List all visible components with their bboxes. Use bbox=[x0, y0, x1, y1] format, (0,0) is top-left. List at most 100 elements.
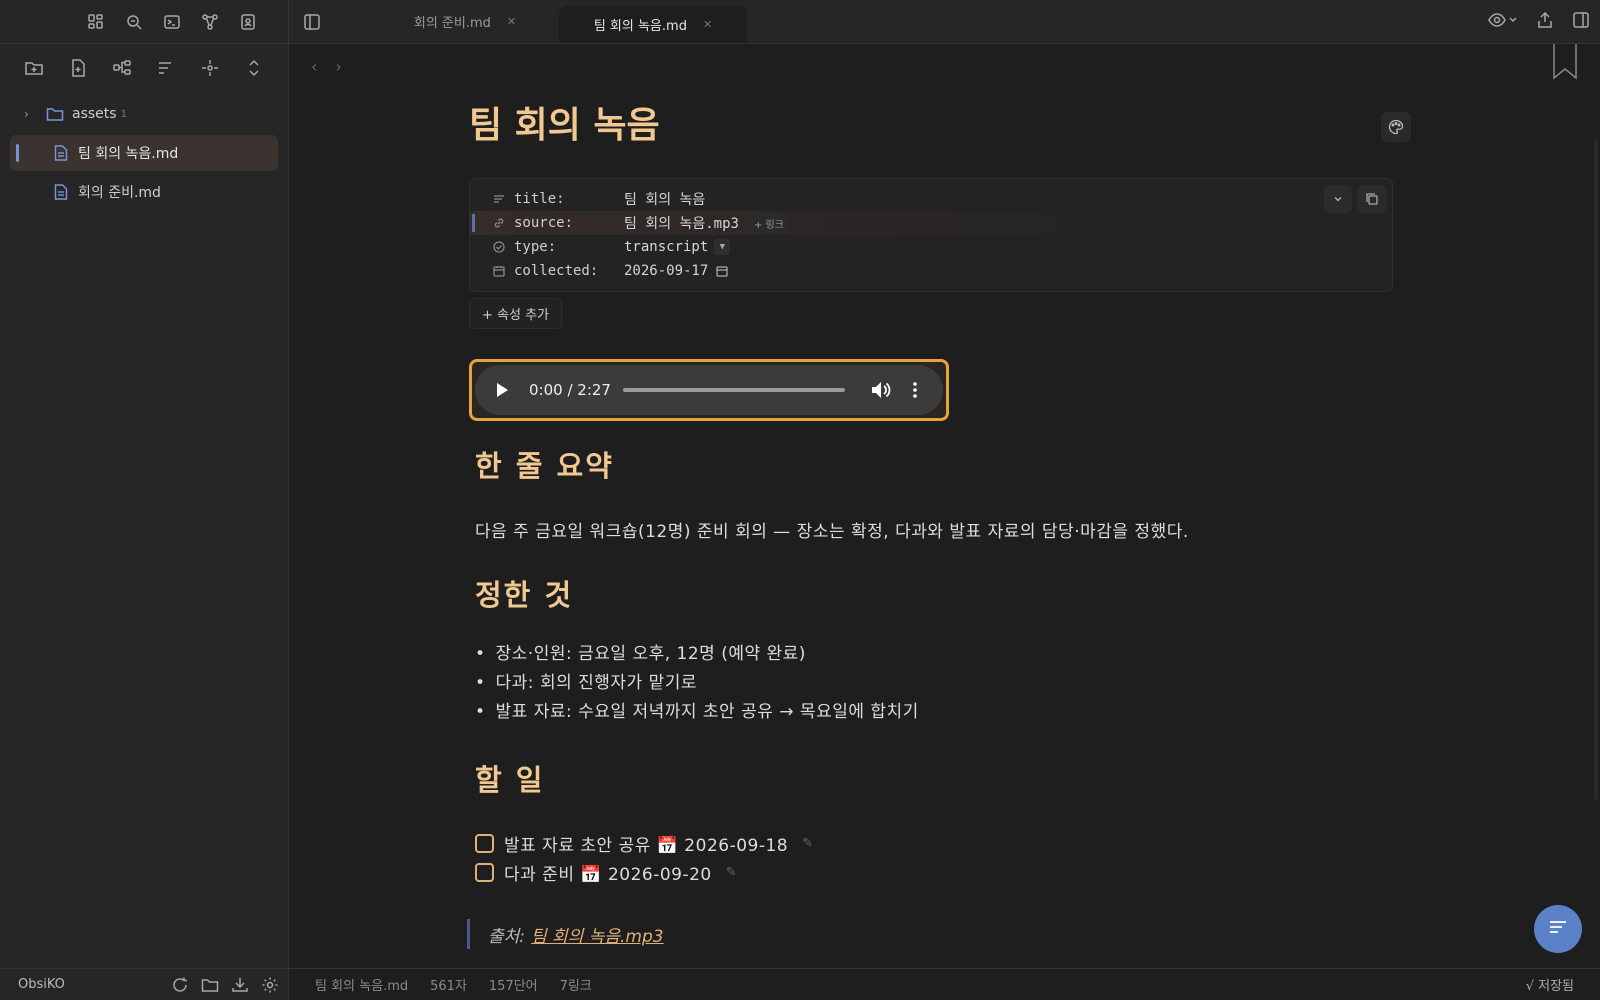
tree-file-label: 회의 준비.md bbox=[78, 185, 161, 201]
property-key: type: bbox=[514, 239, 557, 255]
calendar-icon bbox=[492, 264, 506, 278]
status-filename: 팀 회의 녹음.md bbox=[315, 979, 409, 994]
navigation-row: ‹ › bbox=[289, 44, 1600, 88]
property-row-collected[interactable]: collected: 2026-09-17 bbox=[470, 259, 1392, 283]
palette-icon[interactable] bbox=[1381, 112, 1411, 142]
status-bar: 팀 회의 녹음.md 561자 157단어 7링크 √ 저장됨 bbox=[289, 968, 1600, 1000]
property-value[interactable]: 2026-09-17 bbox=[624, 263, 708, 279]
vault-name[interactable]: ObsiKO bbox=[18, 977, 169, 992]
add-link-badge[interactable]: + 링크 bbox=[748, 213, 789, 233]
more-options-icon[interactable] bbox=[913, 382, 917, 398]
source-blockquote: 출처: 팀 회의 녹음.mp3 bbox=[467, 919, 1399, 949]
right-sidebar-toggle-icon[interactable] bbox=[1572, 11, 1590, 33]
edit-pencil-icon[interactable]: ✎ bbox=[726, 865, 737, 880]
tab-bar: 회의 준비.md ✕ 팀 회의 녹음.md ✕ bbox=[289, 0, 1600, 44]
status-saved: √ 저장됨 bbox=[1525, 979, 1574, 994]
sidebar-toggle-icon[interactable] bbox=[289, 0, 335, 43]
audio-embed: 0:00 / 2:27 bbox=[469, 359, 949, 421]
task-text: 발표 자료 초안 공유 📅 2026-09-18 bbox=[504, 836, 789, 856]
chevron-right-icon[interactable]: › bbox=[24, 107, 38, 121]
bookmark-icon[interactable] bbox=[1552, 44, 1578, 84]
outline-icon bbox=[1548, 919, 1568, 939]
task-text: 다과 준비 📅 2026-09-20 bbox=[504, 865, 712, 885]
summary-text: 다음 주 금요일 워크숍(12명) 준비 회의 — 장소는 확정, 다과와 발표… bbox=[475, 522, 1189, 542]
property-key: source: bbox=[514, 215, 574, 231]
new-folder-icon[interactable] bbox=[22, 56, 46, 80]
sidebar-ribbon bbox=[0, 0, 288, 44]
property-value[interactable]: transcript bbox=[624, 239, 708, 255]
back-arrow-icon[interactable]: ‹ bbox=[311, 57, 317, 76]
tree-folder-assets[interactable]: › assets 1 bbox=[10, 96, 278, 132]
share-icon[interactable] bbox=[1536, 11, 1554, 33]
date-picker-icon[interactable] bbox=[716, 265, 728, 277]
list-item: 장소·인원: 금요일 오후, 12명 (예약 완료) bbox=[475, 640, 1399, 669]
volume-icon[interactable] bbox=[871, 381, 891, 399]
tab-meeting-prep[interactable]: 회의 준비.md ✕ bbox=[371, 0, 559, 43]
property-value[interactable]: 팀 회의 녹음 bbox=[624, 189, 705, 209]
decided-list: 장소·인원: 금요일 오후, 12명 (예약 완료) 다과: 회의 진행자가 맡… bbox=[475, 640, 1399, 727]
left-sidebar: › assets 1 팀 회의 녹음.md 회의 준비.md ObsiKO bbox=[0, 0, 289, 1000]
property-key: title: bbox=[514, 191, 565, 207]
tree-file-meeting-prep[interactable]: 회의 준비.md bbox=[10, 174, 278, 210]
document-icon bbox=[52, 183, 70, 201]
tab-bar-actions bbox=[1488, 0, 1590, 44]
outline-button[interactable] bbox=[1534, 905, 1582, 953]
sync-icon[interactable] bbox=[169, 974, 191, 996]
reading-view-icon[interactable] bbox=[1488, 11, 1518, 33]
graph-icon[interactable] bbox=[198, 10, 222, 34]
document-icon bbox=[52, 144, 70, 162]
document-content: 팀 회의 녹음 title: 팀 회의 녹음 source: 팀 회의 녹음.m… bbox=[467, 90, 1411, 949]
sort-icon[interactable] bbox=[154, 56, 178, 80]
task-list: 발표 자료 초안 공유 📅 2026-09-18 ✎ 다과 준비 📅 2026-… bbox=[475, 829, 1399, 887]
download-icon[interactable] bbox=[229, 974, 251, 996]
tab-label: 회의 준비.md bbox=[413, 16, 491, 31]
heading-decided: 정한 것 bbox=[475, 578, 574, 612]
scrollbar[interactable] bbox=[1594, 140, 1598, 800]
status-link-count: 7링크 bbox=[559, 979, 592, 994]
status-char-count: 561자 bbox=[430, 979, 467, 994]
terminal-icon[interactable] bbox=[160, 10, 184, 34]
heading-todo: 할 일 bbox=[475, 763, 545, 797]
play-icon[interactable] bbox=[495, 382, 515, 398]
reveal-active-icon[interactable] bbox=[198, 56, 222, 80]
folder-icon bbox=[46, 105, 64, 123]
settings-gear-icon[interactable] bbox=[259, 974, 281, 996]
source-link[interactable]: 팀 회의 녹음.mp3 bbox=[531, 922, 664, 947]
property-key: collected: bbox=[514, 263, 599, 279]
audio-time: 0:00 / 2:27 bbox=[529, 381, 611, 399]
page-title[interactable]: 팀 회의 녹음 bbox=[469, 96, 1399, 148]
property-row-title[interactable]: title: 팀 회의 녹음 bbox=[470, 187, 1392, 211]
search-icon[interactable] bbox=[122, 10, 146, 34]
task-checkbox[interactable] bbox=[475, 863, 494, 882]
close-icon[interactable]: ✕ bbox=[507, 15, 516, 28]
property-row-type[interactable]: type: transcript ▼ bbox=[470, 235, 1392, 259]
tree-folder-label: assets bbox=[72, 106, 117, 122]
task-checkbox[interactable] bbox=[475, 834, 494, 853]
close-icon[interactable]: ✕ bbox=[703, 18, 712, 31]
dropdown-caret-icon[interactable]: ▼ bbox=[714, 239, 731, 255]
forward-arrow-icon[interactable]: › bbox=[335, 57, 341, 76]
edit-pencil-icon[interactable]: ✎ bbox=[802, 836, 813, 851]
contact-card-icon[interactable] bbox=[236, 10, 260, 34]
tree-file-label: 팀 회의 녹음.md bbox=[78, 146, 179, 162]
grid-icon[interactable] bbox=[84, 10, 108, 34]
audio-seek-bar[interactable] bbox=[623, 388, 845, 392]
property-value[interactable]: 팀 회의 녹음.mp3 bbox=[624, 213, 739, 233]
add-property-button[interactable]: + 속성 추가 bbox=[469, 298, 562, 329]
property-row-source[interactable]: source: 팀 회의 녹음.mp3 + 링크 bbox=[470, 211, 1392, 235]
expand-collapse-icon[interactable] bbox=[242, 56, 266, 80]
folder-count: 1 bbox=[120, 108, 127, 120]
circle-check-icon bbox=[492, 240, 506, 254]
text-lines-icon bbox=[492, 192, 506, 206]
file-tree: › assets 1 팀 회의 녹음.md 회의 준비.md bbox=[0, 92, 288, 217]
tree-file-team-meeting[interactable]: 팀 회의 녹음.md bbox=[10, 135, 278, 171]
quote-prefix: 출처: bbox=[488, 926, 526, 947]
new-note-icon[interactable] bbox=[66, 56, 90, 80]
task-item: 발표 자료 초안 공유 📅 2026-09-18 ✎ bbox=[475, 829, 1399, 858]
list-item: 발표 자료: 수요일 저녁까지 초안 공유 → 목요일에 합치기 bbox=[475, 698, 1399, 727]
folder-open-icon[interactable] bbox=[199, 974, 221, 996]
hierarchy-icon[interactable] bbox=[110, 56, 134, 80]
app-window: › assets 1 팀 회의 녹음.md 회의 준비.md ObsiKO 회의… bbox=[0, 0, 1600, 1000]
file-explorer-toolbar bbox=[0, 44, 288, 92]
tab-team-meeting[interactable]: 팀 회의 녹음.md ✕ bbox=[559, 6, 747, 43]
